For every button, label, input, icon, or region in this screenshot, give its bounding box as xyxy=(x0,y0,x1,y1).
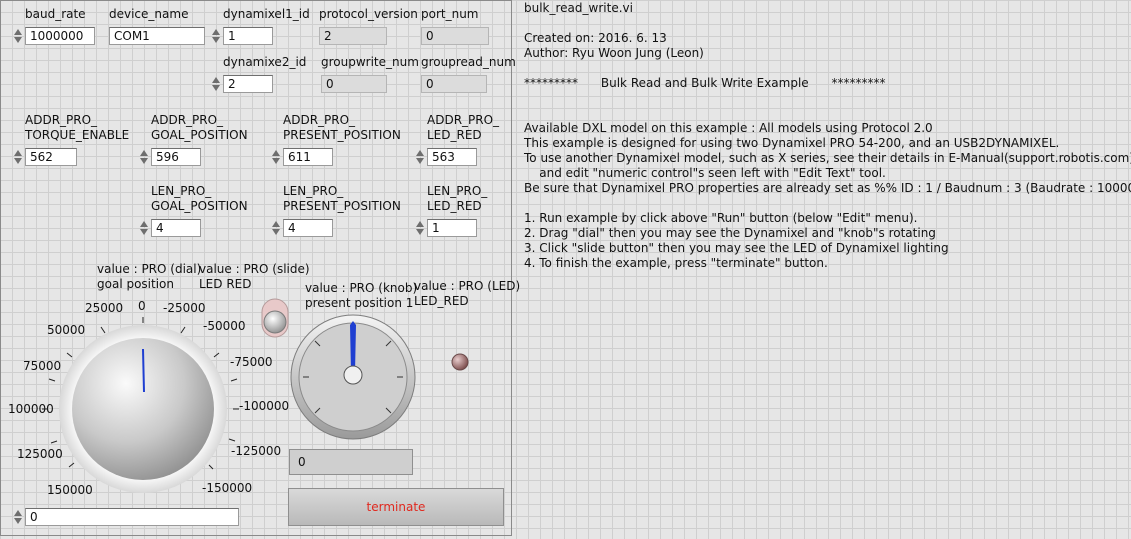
spin-arrows-icon[interactable] xyxy=(415,148,425,166)
dial-label-2: goal position xyxy=(97,277,174,291)
dial-value-control[interactable]: 0 xyxy=(13,508,239,526)
addr-led-red-control[interactable]: 563 xyxy=(415,148,477,166)
port-num-indicator: 0 xyxy=(421,27,489,45)
len-led-red-label-1: LEN_PRO_ xyxy=(427,184,488,198)
vi-title: bulk_read_write.vi xyxy=(524,1,633,15)
spin-arrows-icon[interactable] xyxy=(211,27,221,45)
len-present-position-label-2: PRESENT_POSITION xyxy=(283,199,401,213)
description-line: Available DXL model on this example : Al… xyxy=(524,121,933,135)
front-panel: baud_rate 1000000 device_name COM1 dynam… xyxy=(0,0,520,536)
port-num-label: port_num xyxy=(421,7,479,21)
len-goal-position-control[interactable]: 4 xyxy=(139,219,201,237)
dynamixel1-id-label: dynamixel1_id xyxy=(223,7,310,21)
protocol-version-indicator: 2 xyxy=(319,27,387,45)
led-red-indicator xyxy=(451,353,469,371)
dial-value-input[interactable]: 0 xyxy=(25,508,239,526)
addr-led-red-label-1: ADDR_PRO_ xyxy=(427,113,500,127)
len-goal-position-input[interactable]: 4 xyxy=(151,219,201,237)
spin-arrows-icon[interactable] xyxy=(139,219,149,237)
knob-label-2: present position 1 xyxy=(305,296,414,310)
addr-present-position-label-1: ADDR_PRO_ xyxy=(283,113,356,127)
knob-label-1: value : PRO (knob) xyxy=(305,281,418,295)
addr-present-position-input[interactable]: 611 xyxy=(283,148,333,166)
slide-label-1: value : PRO (slide) xyxy=(199,262,310,276)
led-slide-switch[interactable] xyxy=(260,297,290,339)
step-line: 2. Drag "dial" then you may see the Dyna… xyxy=(524,226,936,240)
dynamixel2-id-input[interactable]: 2 xyxy=(223,75,273,93)
goal-position-dial[interactable] xyxy=(37,317,257,497)
spin-arrows-icon[interactable] xyxy=(211,75,221,93)
step-line: 1. Run example by click above "Run" butt… xyxy=(524,211,918,225)
spin-arrows-icon[interactable] xyxy=(13,148,23,166)
len-led-red-control[interactable]: 1 xyxy=(415,219,477,237)
dynamixel2-id-label: dynamixe2_id xyxy=(223,55,307,69)
groupread-num-label: groupread_num xyxy=(421,55,516,69)
baud-rate-input[interactable]: 1000000 xyxy=(25,27,95,45)
addr-goal-position-input[interactable]: 596 xyxy=(151,148,201,166)
device-name-input[interactable]: COM1 xyxy=(109,27,205,45)
addr-goal-position-label-1: ADDR_PRO_ xyxy=(151,113,224,127)
example-banner: ********* Bulk Read and Bulk Write Examp… xyxy=(524,76,886,90)
description-line: Be sure that Dynamixel PRO properties ar… xyxy=(524,181,1131,195)
addr-torque-enable-label-1: ADDR_PRO_ xyxy=(25,113,98,127)
addr-present-position-label-2: PRESENT_POSITION xyxy=(283,128,401,142)
dial-label-1: value : PRO (dial) xyxy=(97,262,202,276)
terminate-button[interactable]: terminate xyxy=(288,488,504,526)
author: Author: Ryu Woon Jung (Leon) xyxy=(524,46,704,60)
baud-rate-control[interactable]: 1000000 xyxy=(13,27,95,45)
led-label-1: value : PRO (LED) xyxy=(414,279,521,293)
spin-arrows-icon[interactable] xyxy=(271,219,281,237)
slide-label-2: LED RED xyxy=(199,277,252,291)
spin-arrows-icon[interactable] xyxy=(271,148,281,166)
baud-rate-label: baud_rate xyxy=(25,7,86,21)
spin-arrows-icon[interactable] xyxy=(13,508,23,526)
addr-torque-enable-control[interactable]: 562 xyxy=(13,148,77,166)
step-line: 3. Click "slide button" then you may see… xyxy=(524,241,949,255)
addr-led-red-input[interactable]: 563 xyxy=(427,148,477,166)
dial-scale-label: 25000 xyxy=(85,301,124,315)
addr-torque-enable-label-2: TORQUE_ENABLE xyxy=(25,128,130,142)
dynamixel2-id-control[interactable]: 2 xyxy=(211,75,273,93)
step-line: 4. To finish the example, press "termina… xyxy=(524,256,828,270)
spin-arrows-icon[interactable] xyxy=(415,219,425,237)
description-line: This example is designed for using two D… xyxy=(524,136,1060,150)
knob-value-indicator: 0 xyxy=(289,449,413,475)
len-led-red-input[interactable]: 1 xyxy=(427,219,477,237)
addr-led-red-label-2: LED_RED xyxy=(427,128,482,142)
addr-goal-position-label-2: GOAL_POSITION xyxy=(151,128,248,142)
addr-goal-position-control[interactable]: 596 xyxy=(139,148,201,166)
protocol-version-label: protocol_version xyxy=(319,7,418,21)
dynamixel1-id-input[interactable]: 1 xyxy=(223,27,273,45)
dial-scale-label: 0 xyxy=(138,299,146,313)
len-goal-position-label-1: LEN_PRO_ xyxy=(151,184,212,198)
addr-torque-enable-input[interactable]: 562 xyxy=(25,148,77,166)
description-line: To use another Dynamixel model, such as … xyxy=(524,151,1131,165)
created-date: Created on: 2016. 6. 13 xyxy=(524,31,667,45)
groupwrite-num-label: groupwrite_num xyxy=(321,55,419,69)
device-name-label: device_name xyxy=(109,7,189,21)
len-goal-position-label-2: GOAL_POSITION xyxy=(151,199,248,213)
description-line: and edit "numeric control"s seen left wi… xyxy=(524,166,886,180)
dial-scale-label: -25000 xyxy=(163,301,206,315)
spin-arrows-icon[interactable] xyxy=(13,27,23,45)
spin-arrows-icon[interactable] xyxy=(139,148,149,166)
len-present-position-label-1: LEN_PRO_ xyxy=(283,184,344,198)
groupread-num-indicator: 0 xyxy=(421,75,487,93)
present-position-knob-gauge[interactable] xyxy=(289,313,417,441)
len-present-position-input[interactable]: 4 xyxy=(283,219,333,237)
led-label-2: LED_RED xyxy=(414,294,469,308)
groupwrite-num-indicator: 0 xyxy=(321,75,387,93)
len-present-position-control[interactable]: 4 xyxy=(271,219,333,237)
len-led-red-label-2: LED_RED xyxy=(427,199,482,213)
addr-present-position-control[interactable]: 611 xyxy=(271,148,333,166)
dynamixel1-id-control[interactable]: 1 xyxy=(211,27,273,45)
